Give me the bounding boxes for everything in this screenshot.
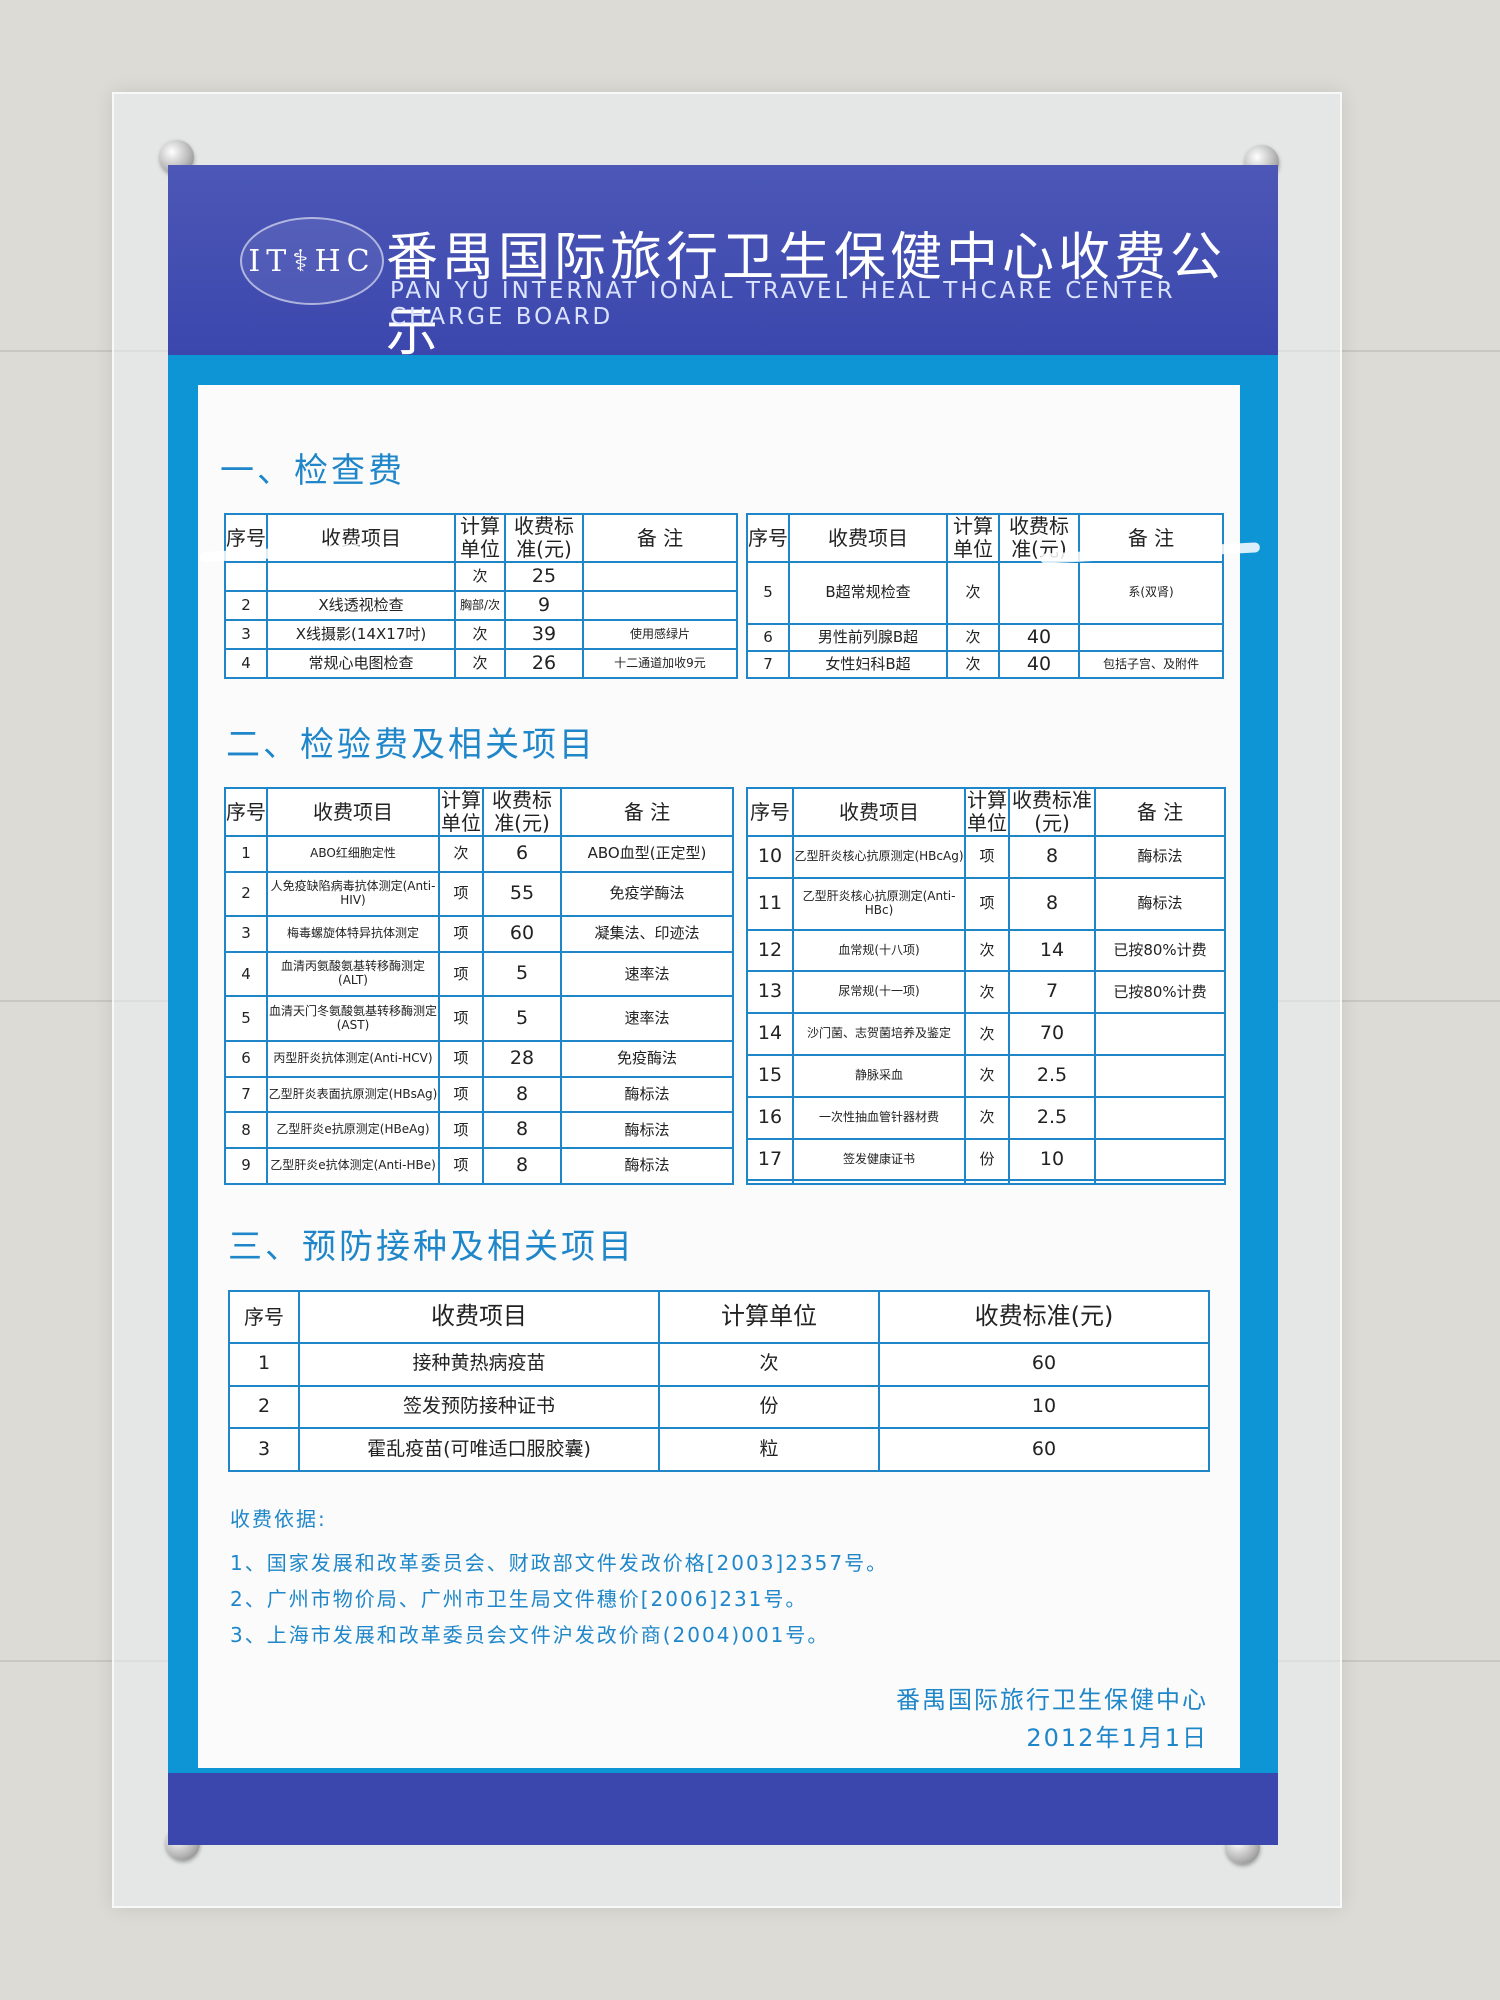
table-row: 次 25 [224, 561, 738, 592]
table-row: 4 血清丙氨酸氨基转移酶测定(ALT) 项 5 速率法 [224, 950, 734, 998]
board-header: IT⚕HC 番禺国际旅行卫生保健中心收费公示 PAN YU INTERNAT I… [168, 165, 1278, 363]
header-item: 收费项目 [298, 1290, 660, 1344]
table-row: 1 接种黄热病疫苗次 60 [228, 1342, 1210, 1387]
basis-item-2: 2、广州市物价局、广州市卫生局文件穗价[2006]231号。 [230, 1587, 808, 1611]
header-no: 序号 [746, 787, 794, 837]
header-item: 收费项目 [792, 787, 966, 837]
basis-item-1: 1、国家发展和改革委员会、财政部文件发改价格[2003]2357号。 [230, 1551, 889, 1575]
table-row: 6 男性前列腺B超 次 40 [746, 623, 1224, 652]
table-row: 8 乙型肝炎e抗原测定(HBeAg) 项 8 酶标法 [224, 1111, 734, 1150]
header-no: 序号 [224, 787, 268, 837]
header-no: 序号 [746, 513, 790, 563]
table-row: 5 血清天门冬氨酸氨基转移酶测定(AST) 项 5 速率法 [224, 995, 734, 1042]
basis-item-3: 3、上海市发展和改革委员会文件沪发改价商(2004)001号。 [230, 1623, 830, 1647]
table-row: 11 乙型肝炎核心抗原测定(Anti-HBc) 项 8 酶标法 [746, 876, 1226, 931]
table-row: 2 签发预防接种证书份 10 [228, 1384, 1210, 1430]
basis-title: 收费依据: [230, 1507, 327, 1531]
section1-right-table: 序号 收费项目 计算单位 收费标准(元) 备 注 5 B超常规检查 次 系(双肾… [746, 513, 1224, 679]
board-footer-band [168, 1773, 1278, 1845]
table-row: 14 沙门菌、志贺菌培养及鉴定次 70 [746, 1012, 1226, 1057]
header-remark: 备 注 [582, 513, 738, 563]
table-header-row: 序号 收费项目 计算单位 收费标准(元) [228, 1290, 1210, 1344]
table-row: 1 ABO红细胞定性次 6 ABO血型(正定型) [224, 835, 734, 873]
notice-paper: 一、检查费 序号 收费项目 计算单位 收费标准(元) 备 注 次 25 2 X线… [198, 385, 1240, 1768]
section1-left-table: 序号 收费项目 计算单位 收费标准(元) 备 注 次 25 2 X线透视检查 胸… [224, 513, 738, 679]
header-unit: 计算单位 [454, 513, 506, 563]
section1-title: 一、检查费 [220, 451, 405, 491]
table-row: 3 梅毒螺旋体特异抗体测定项 60 凝集法、印迹法 [224, 915, 734, 953]
section3-table: 序号 收费项目 计算单位 收费标准(元) 1 接种黄热病疫苗次 60 2 签发预防接种… [228, 1290, 1210, 1472]
table-row: 4 常规心电图检查 次 26 十二通道加收9元 [224, 648, 738, 679]
table-row: 2 人免疫缺陷病毒抗体测定(Anti-HIV) 项 55 免疫学酶法 [224, 870, 734, 918]
table-row: 5 B超常规检查 次 系(双肾) [746, 561, 1224, 625]
board-title-en: PAN YU INTERNAT IONAL TRAVEL HEAL THCARE… [390, 278, 1176, 330]
table-row: 6 丙型肝炎抗体测定(Anti-HCV) 项 28 免疫酶法 [224, 1039, 734, 1078]
header-unit: 计算单位 [946, 513, 1000, 563]
table-row: 3 X线摄影(14X17吋) 次 39 使用感绿片 [224, 619, 738, 650]
table-row: 7 女性妇科B超 次 40 包括子宫、及附件 [746, 650, 1224, 679]
section2-left-table: 序号 收费项目 计算单位 收费标准(元) 备 注 1 ABO红细胞定性次 6 ABO血… [224, 787, 734, 1185]
ithc-logo: IT⚕HC [240, 217, 384, 305]
table-row: 2 X线透视检查 胸部/次 9 [224, 590, 738, 621]
header-item: 收费项目 [266, 787, 440, 837]
header-unit: 计算单位 [438, 787, 484, 837]
header-unit: 计算单位 [964, 787, 1010, 837]
signature-org: 番禺国际旅行卫生保健中心 [896, 1686, 1208, 1714]
table-row: 16 一次性抽血管针器材费次 2.5 [746, 1095, 1226, 1140]
signature-date: 2012年1月1日 [1026, 1724, 1208, 1752]
header-price: 收费标准(元) [1008, 787, 1096, 837]
header-unit: 计算单位 [658, 1290, 880, 1344]
header-price: 收费标准(元) [504, 513, 584, 563]
header-price: 收费标准(元) [878, 1290, 1210, 1344]
table-row: 12 血常规(十八项) 次 14 已按80%计费 [746, 928, 1226, 973]
table-row: 7 乙型肝炎表面抗原测定(HBsAg) 项 8 酶标法 [224, 1075, 734, 1114]
header-remark: 备 注 [1094, 787, 1226, 837]
section2-right-table: 序号 收费项目 计算单位 收费标准(元) 备 注 10 乙型肝炎核心抗原测定(HB… [746, 787, 1226, 1185]
charge-board: IT⚕HC 番禺国际旅行卫生保健中心收费公示 PAN YU INTERNAT I… [168, 165, 1278, 1845]
table-row: 17 签发健康证书份 10 [746, 1137, 1226, 1182]
section2-title: 二、检验费及相关项目 [226, 725, 596, 765]
header-no: 序号 [228, 1290, 300, 1344]
header-price: 收费标准(元) [482, 787, 562, 837]
table-row: 3 霍乱疫苗(可唯适口服胶囊) 粒 60 [228, 1427, 1210, 1472]
table-row: 9 乙型肝炎e抗体测定(Anti-HBe) 项 8 酶标法 [224, 1147, 734, 1185]
header-remark: 备 注 [560, 787, 734, 837]
section3-title: 三、预防接种及相关项目 [228, 1227, 635, 1267]
header-item: 收费项目 [788, 513, 948, 563]
table-row: 10 乙型肝炎核心抗原测定(HBcAg) 项 8 酶标法 [746, 835, 1226, 879]
table-row: 13 尿常规(十一项) 次 7 已按80%计费 [746, 970, 1226, 1015]
table-row [746, 1179, 1226, 1185]
table-row: 15 静脉采血次 2.5 [746, 1054, 1226, 1098]
table-header-row: 序号 收费项目 计算单位 收费标准(元) 备 注 [224, 787, 734, 837]
table-header-row: 序号 收费项目 计算单位 收费标准(元) 备 注 [746, 787, 1226, 837]
